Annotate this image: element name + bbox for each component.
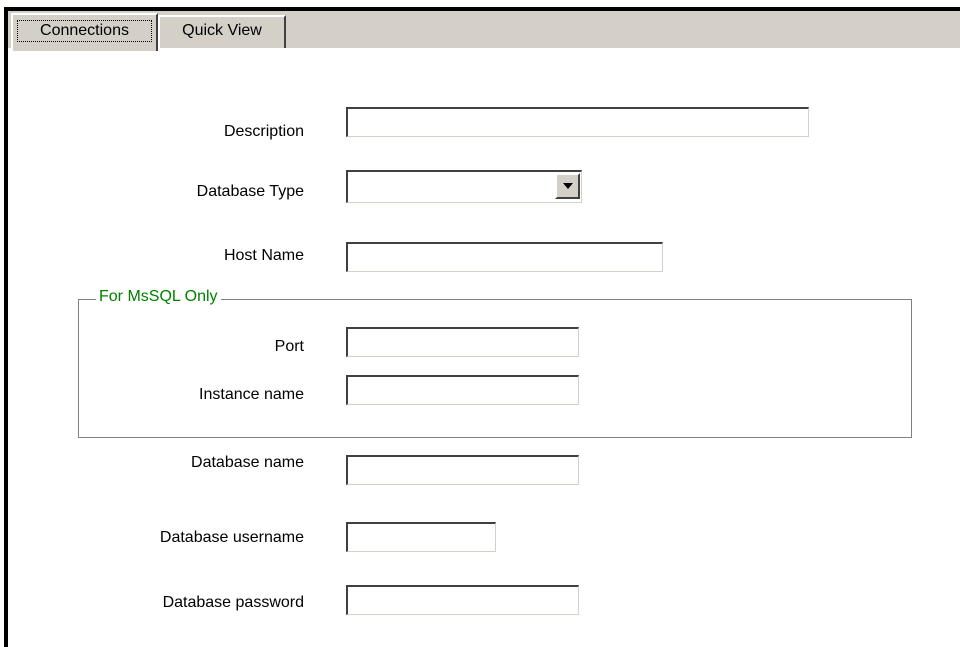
database-password-input[interactable] (346, 585, 579, 615)
tab-connections-label: Connections (17, 20, 152, 42)
chevron-down-icon (563, 183, 573, 189)
database-type-label: Database Type (196, 183, 304, 200)
port-label: Port (274, 338, 304, 355)
mssql-only-group-title: For MsSQL Only (96, 288, 221, 306)
connections-panel: Description Database Type Host Name For … (8, 51, 960, 647)
host-name-label: Host Name (223, 247, 304, 264)
database-name-label: Database name (191, 454, 304, 471)
database-username-input[interactable] (346, 522, 496, 552)
connections-window: Connections Quick View Description Datab… (0, 0, 960, 647)
port-input[interactable] (346, 327, 579, 357)
instance-name-input[interactable] (346, 375, 579, 405)
database-type-dropdown-button[interactable] (555, 173, 580, 199)
description-label: Description (223, 123, 304, 140)
mssql-only-groupbox (78, 299, 912, 438)
tab-quick-view[interactable]: Quick View (158, 15, 286, 48)
database-password-label: Database password (162, 594, 304, 611)
description-input[interactable] (346, 107, 809, 137)
host-name-input[interactable] (346, 242, 663, 272)
database-name-input[interactable] (346, 455, 579, 485)
database-type-select[interactable] (346, 170, 582, 203)
tab-quick-view-label: Quick View (182, 22, 262, 39)
tab-connections[interactable]: Connections (11, 13, 158, 51)
instance-name-label: Instance name (199, 386, 304, 403)
database-username-label: Database username (159, 529, 304, 546)
